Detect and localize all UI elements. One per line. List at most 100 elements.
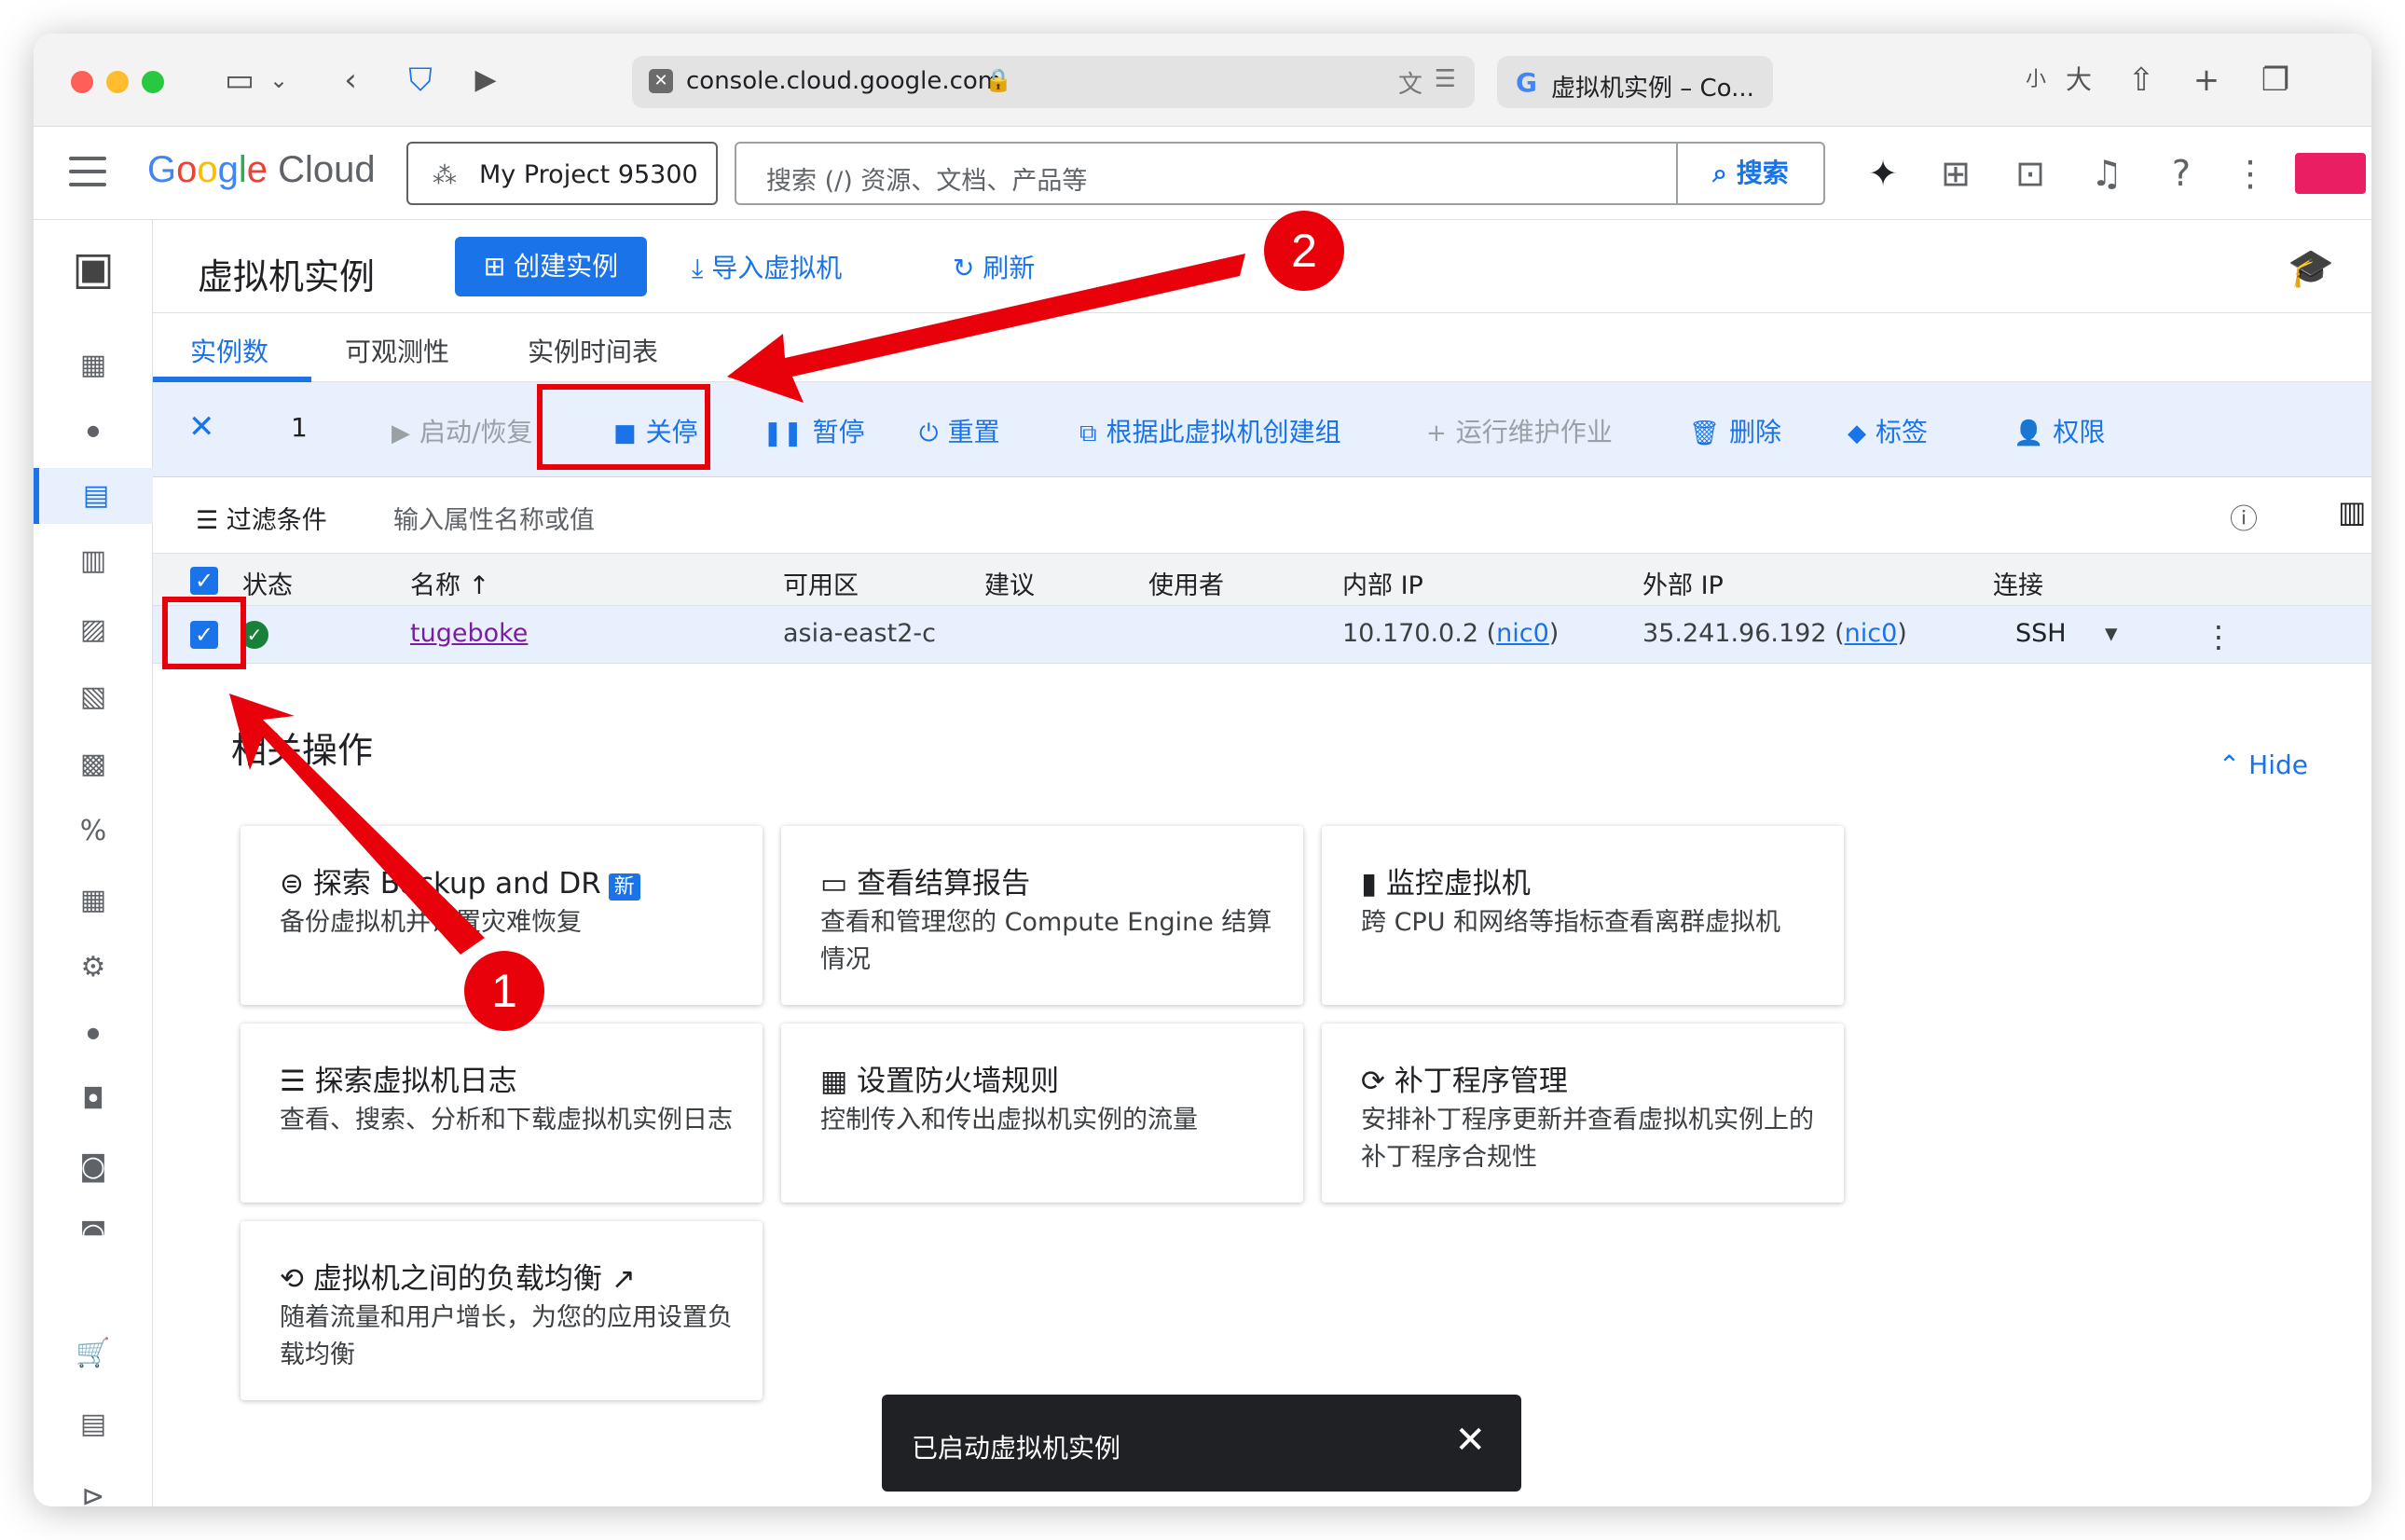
- column-status[interactable]: 状态: [242, 565, 293, 601]
- internal-nic-link[interactable]: nic0: [1496, 619, 1549, 648]
- ssh-dropdown-icon[interactable]: ▾: [2105, 619, 2118, 648]
- create-group-button[interactable]: ⧉ 根据此虚拟机创建组: [1079, 412, 1341, 449]
- instance-name[interactable]: tugeboke: [410, 619, 528, 648]
- card-logs[interactable]: ☰ 探索虚拟机日志 查看、搜索、分析和下载虚拟机实例日志: [240, 1024, 763, 1203]
- expand-rail-icon[interactable]: ⊳: [34, 1469, 153, 1506]
- address-bar[interactable]: ✕ console.cloud.google.com 🔒 文 ☰: [632, 56, 1475, 108]
- media-icon[interactable]: ▶: [462, 60, 509, 101]
- settings-icon[interactable]: ⚙: [34, 940, 153, 996]
- release-notes-icon[interactable]: ▤: [34, 1396, 153, 1452]
- hide-related-button[interactable]: ⌃ Hide: [2219, 749, 2308, 780]
- external-nic-link[interactable]: nic0: [1845, 619, 1898, 648]
- card-load-balancing[interactable]: ⟲ 虚拟机之间的负载均衡 ↗ 随着流量和用户增长，为您的应用设置负载均衡: [240, 1221, 763, 1400]
- card-billing[interactable]: ▭ 查看结算报告 查看和管理您的 Compute Engine 结算情况: [781, 826, 1303, 1005]
- help-icon[interactable]: ?: [2157, 149, 2206, 198]
- project-selector[interactable]: ⁂ My Project 95300: [406, 142, 718, 205]
- help-icon[interactable]: ⓘ: [2230, 496, 2258, 537]
- search-button[interactable]: ⌕ 搜索: [1676, 144, 1823, 203]
- column-internal-ip[interactable]: 内部 IP: [1342, 565, 1423, 601]
- tab-instances[interactable]: 实例数: [190, 332, 268, 369]
- gemini-icon[interactable]: ✦: [1859, 149, 1907, 198]
- create-group-label: 根据此虚拟机创建组: [1106, 417, 1341, 447]
- maximize-window-button[interactable]: [142, 71, 164, 93]
- avatar[interactable]: [2295, 153, 2366, 194]
- permissions-button[interactable]: 👤 权限: [2013, 412, 2105, 449]
- new-tab-icon[interactable]: +: [2183, 60, 2230, 101]
- marketplace-icon[interactable]: 🛒: [34, 1326, 153, 1382]
- translate-icon[interactable]: 文: [1398, 65, 1422, 100]
- notifications-icon[interactable]: ♫: [2082, 149, 2131, 198]
- disks-icon[interactable]: ◘: [34, 1072, 153, 1128]
- dashboard-icon[interactable]: ▦: [34, 337, 153, 393]
- close-icon[interactable]: ✕: [1454, 1419, 1486, 1462]
- card-title-text: 虚拟机之间的负载均衡: [312, 1262, 602, 1296]
- instance-name-link[interactable]: tugeboke: [410, 619, 528, 648]
- sidebar-toggle-icon[interactable]: ▭: [216, 60, 263, 101]
- reader-icon[interactable]: ☰: [1435, 65, 1456, 93]
- learn-icon[interactable]: 🎓: [2288, 246, 2334, 290]
- card-patch[interactable]: ⟳ 补丁程序管理 安排补丁程序更新并查看虚拟机实例上的补丁程序合规性: [1322, 1024, 1844, 1203]
- column-display-icon[interactable]: ▥: [2338, 494, 2366, 529]
- import-vm-button[interactable]: ⤓ 导入虚拟机: [692, 248, 842, 285]
- column-connect[interactable]: 连接: [1993, 565, 2043, 601]
- clear-selection-icon[interactable]: ✕: [188, 408, 215, 446]
- machine-images-icon[interactable]: ▧: [34, 669, 153, 725]
- delete-button[interactable]: 🗑 删除: [1689, 412, 1781, 449]
- import-vm-label: 导入虚拟机: [711, 253, 843, 283]
- tpu-icon[interactable]: ▩: [34, 736, 153, 792]
- card-monitoring[interactable]: ▮ 监控虚拟机 跨 CPU 和网络等指标查看离群虚拟机: [1322, 826, 1844, 1005]
- compute-engine-icon[interactable]: ▣: [34, 231, 153, 306]
- more-options-icon[interactable]: ⋮: [2226, 149, 2274, 198]
- pause-button[interactable]: ❚❚ 暂停: [763, 412, 865, 449]
- card-firewall[interactable]: ▦ 设置防火墙规则 控制传入和传出虚拟机实例的流量: [781, 1024, 1303, 1203]
- cloud-shell-icon[interactable]: ⊡: [2006, 149, 2055, 198]
- column-external-ip[interactable]: 外部 IP: [1642, 565, 1724, 601]
- reset-button[interactable]: ⏻ 重置: [919, 412, 1000, 449]
- browser-tab[interactable]: G 虚拟机实例 – Co...: [1497, 56, 1773, 108]
- text-larger-button[interactable]: 大: [2056, 60, 2101, 101]
- tab-title: 虚拟机实例 – Co...: [1551, 75, 1754, 103]
- column-name[interactable]: 名称 ↑: [410, 565, 489, 601]
- instance-templates-icon[interactable]: ▥: [34, 533, 153, 589]
- reservations-icon[interactable]: ▦: [34, 873, 153, 928]
- back-icon[interactable]: ‹: [332, 60, 369, 101]
- committed-use-icon[interactable]: %: [34, 804, 153, 859]
- images-icon[interactable]: ◚: [34, 1206, 153, 1262]
- power-icon: ⏻: [919, 419, 939, 447]
- trash-icon: 🗑: [1689, 419, 1721, 447]
- sole-tenant-icon[interactable]: ▨: [34, 602, 153, 658]
- close-window-button[interactable]: [71, 71, 93, 93]
- vm-instances-icon[interactable]: ▤: [34, 468, 153, 524]
- minimize-window-button[interactable]: [106, 71, 129, 93]
- chevron-down-icon[interactable]: ⌄: [265, 60, 293, 101]
- refresh-button[interactable]: ↻ 刷新: [953, 248, 1035, 285]
- share-icon[interactable]: ⇧: [2118, 60, 2164, 101]
- text-smaller-button[interactable]: 小: [2017, 60, 2055, 101]
- tab-observability[interactable]: 可观测性: [345, 332, 449, 369]
- row-more-icon[interactable]: ⋮: [2204, 619, 2233, 654]
- search-input[interactable]: 搜索 (/) 资源、文档、产品等 ⌕ 搜索: [735, 142, 1825, 205]
- labels-button[interactable]: ◆ 标签: [1848, 412, 1928, 449]
- create-instance-button[interactable]: ⊞ 创建实例: [455, 237, 647, 296]
- snapshots-icon[interactable]: ◙: [34, 1139, 153, 1195]
- start-resume-button[interactable]: ▶ 启动/恢复: [392, 412, 532, 449]
- column-zone[interactable]: 可用区: [783, 565, 859, 601]
- select-all-checkbox[interactable]: ✓: [190, 567, 218, 595]
- card-description: 备份虚拟机并设置灾难恢复: [280, 908, 582, 937]
- google-cloud-logo[interactable]: Google Cloud: [147, 149, 376, 191]
- tab-overview-icon[interactable]: ❐: [2252, 60, 2299, 101]
- add-box-icon: ⊞: [483, 251, 515, 282]
- shield-icon[interactable]: ⛉: [397, 60, 444, 101]
- tab-schedules[interactable]: 实例时间表: [528, 332, 658, 369]
- tag-icon: ◆: [1848, 419, 1866, 447]
- external-ip-close: ): [1897, 619, 1907, 648]
- selected-count: 1: [291, 412, 308, 443]
- menu-icon[interactable]: [69, 157, 106, 190]
- filter-input[interactable]: 输入属性名称或值: [393, 500, 595, 536]
- ops-job-button[interactable]: + 运行维护作业: [1426, 412, 1613, 449]
- column-user[interactable]: 使用者: [1148, 565, 1224, 601]
- column-suggest[interactable]: 建议: [984, 565, 1035, 601]
- table-row[interactable]: ✓ ✓ tugeboke asia-east2-c 10.170.0.2 (ni…: [153, 606, 2371, 664]
- gift-icon[interactable]: ⊞: [1931, 149, 1980, 198]
- ssh-button[interactable]: SSH: [2015, 619, 2067, 648]
